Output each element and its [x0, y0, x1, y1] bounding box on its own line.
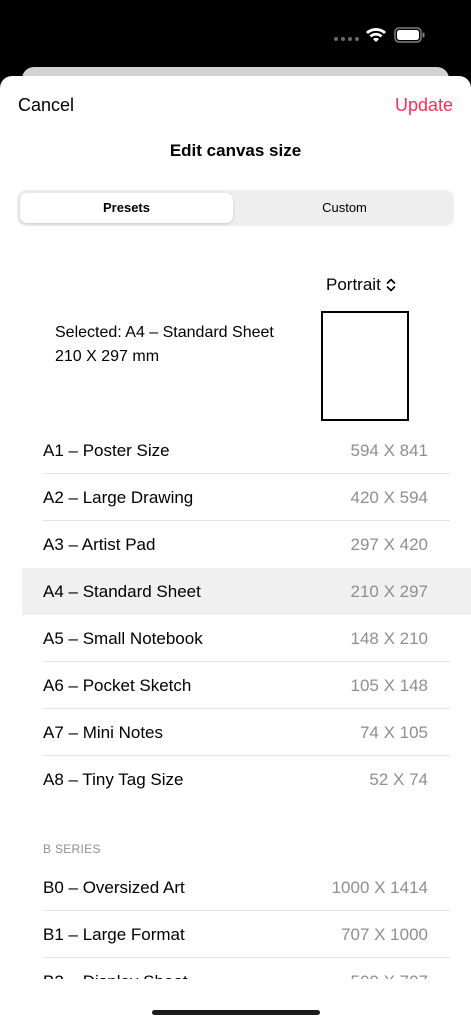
status-bar [0, 0, 471, 60]
list-item[interactable]: B0 – Oversized Art 1000 X 1414 [0, 864, 471, 911]
size-dimensions: 105 X 148 [350, 676, 428, 695]
cellular-signal-icon [334, 37, 359, 41]
list-item[interactable]: A6 – Pocket Sketch 105 X 148 [0, 662, 471, 709]
size-name: A2 – Large Drawing [43, 488, 194, 507]
size-name: A5 – Small Notebook [43, 629, 203, 648]
size-dimensions: 420 X 594 [350, 488, 428, 507]
update-button[interactable]: Update [395, 95, 453, 116]
size-dimensions: 52 X 74 [369, 770, 428, 789]
size-dimensions: 210 X 297 [350, 582, 428, 601]
list-item[interactable]: A1 – Poster Size 594 X 841 [0, 427, 471, 474]
list-item-selected[interactable]: A4 – Standard Sheet 210 X 297 [22, 568, 471, 615]
orientation-picker[interactable]: Portrait [326, 275, 396, 295]
size-dimensions: 500 X 707 [350, 958, 428, 979]
size-name: A4 – Standard Sheet [43, 582, 201, 601]
size-dimensions: 594 X 841 [350, 441, 428, 460]
chevron-up-down-icon [386, 278, 396, 292]
page-title: Edit canvas size [169, 141, 302, 160]
size-name: A8 – Tiny Tag Size [43, 770, 184, 789]
size-dimensions: 707 X 1000 [341, 925, 428, 944]
list-item[interactable]: A3 – Artist Pad 297 X 420 [0, 521, 471, 568]
size-name: A1 – Poster Size [43, 441, 170, 460]
list-item[interactable]: A7 – Mini Notes 74 X 105 [0, 709, 471, 756]
selected-size-name: Selected: A4 – Standard Sheet [55, 324, 274, 341]
size-dimensions: 74 X 105 [359, 723, 428, 742]
size-name: B0 – Oversized Art [43, 878, 185, 897]
cancel-button[interactable]: Cancel [18, 95, 74, 116]
size-dimensions: 148 X 210 [350, 629, 428, 648]
size-name: A6 – Pocket Sketch [43, 676, 192, 695]
edit-canvas-sheet: Cancel Update Edit canvas size Presets C… [0, 76, 471, 1024]
size-dimensions: 297 X 420 [350, 535, 428, 554]
orientation-label: Portrait [326, 275, 381, 294]
home-indicator[interactable] [152, 1010, 320, 1015]
section-header-b-series: B SERIES [43, 842, 101, 856]
size-dimensions: 1000 X 1414 [331, 878, 428, 897]
list-item[interactable]: B2 – Display Sheet 500 X 707 [0, 958, 471, 979]
selected-size-info: Selected: A4 – Standard Sheet 210 X 297 … [55, 321, 274, 369]
list-item[interactable]: B1 – Large Format 707 X 1000 [0, 911, 471, 958]
page-preview [321, 311, 409, 421]
wifi-icon [366, 28, 386, 42]
segment-custom[interactable]: Custom [238, 193, 451, 223]
list-item[interactable]: A5 – Small Notebook 148 X 210 [0, 615, 471, 662]
preset-custom-segmented-control: Presets Custom [17, 190, 454, 226]
segment-presets[interactable]: Presets [20, 193, 233, 223]
battery-icon [394, 27, 425, 43]
size-name: B2 – Display Sheet [43, 958, 188, 979]
size-name: B1 – Large Format [43, 925, 185, 944]
a-series-list: A1 – Poster Size 594 X 841 A2 – Large Dr… [0, 427, 471, 803]
size-name: A3 – Artist Pad [43, 535, 156, 554]
b-series-list: B0 – Oversized Art 1000 X 1414 B1 – Larg… [0, 864, 471, 979]
selected-size-dimensions: 210 X 297 mm [55, 348, 160, 365]
list-item[interactable]: A2 – Large Drawing 420 X 594 [0, 474, 471, 521]
list-item[interactable]: A8 – Tiny Tag Size 52 X 74 [0, 756, 471, 803]
size-name: A7 – Mini Notes [43, 723, 163, 742]
